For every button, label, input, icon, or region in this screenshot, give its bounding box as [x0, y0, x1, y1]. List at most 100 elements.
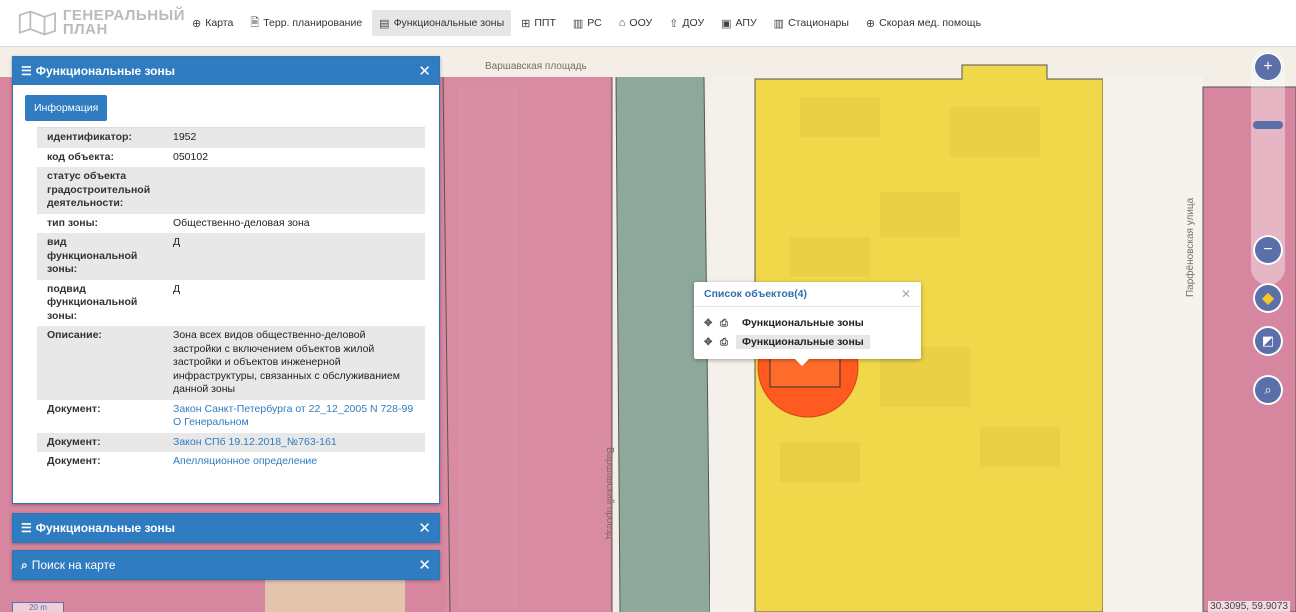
minus-icon: −: [1263, 241, 1273, 258]
attr-value: 1952: [173, 131, 197, 143]
table-row: статус объекта градостроительной деятель…: [37, 167, 425, 214]
attr-key: код объекта:: [47, 150, 114, 163]
measure-icon: ◩: [1261, 333, 1275, 348]
zoom-out-button[interactable]: −: [1253, 235, 1283, 265]
attr-key: тип зоны:: [47, 216, 99, 229]
list-item-label: Функциональные зоны: [742, 317, 864, 329]
panel-title: Поиск на карте: [31, 558, 116, 572]
nav-label: Функциональные зоны: [393, 17, 505, 29]
main-nav: ⊕ Карта 🗎 Терр. планирование ▤ Функциональн…: [185, 0, 991, 46]
nav-label: РС: [587, 17, 602, 29]
list-item-label: Функциональные зоны: [736, 335, 870, 349]
logo-icon: [18, 10, 56, 36]
plus-icon: +: [1263, 58, 1273, 75]
panel-title: Функциональные зоны: [35, 521, 175, 535]
doc-link[interactable]: Закон Санкт-Петербурга от 22_12_2005 N 7…: [173, 403, 413, 429]
move-icon[interactable]: ✥: [704, 318, 720, 329]
measure-button[interactable]: ◩: [1253, 326, 1283, 356]
kindergarten-icon: ⇧: [669, 17, 679, 30]
nav-label: Карта: [205, 17, 234, 29]
nav-dou[interactable]: ⇧ ДОУ: [662, 10, 711, 36]
zoom-in-button[interactable]: +: [1253, 52, 1283, 82]
document-icon: 🗎: [250, 16, 260, 29]
panel-title: Функциональные зоны: [35, 64, 175, 78]
panel-header[interactable]: ⌕ Поиск на карте ✕: [13, 551, 439, 579]
top-bar: ГЕНЕРАЛЬНЫЙ ПЛАН ⊕ Карта 🗎 Терр. планирова…: [0, 0, 1296, 47]
nav-label: ППТ: [534, 17, 556, 29]
nav-rs[interactable]: ▥ РС: [566, 10, 609, 36]
info-tab-button[interactable]: Информация: [25, 95, 108, 121]
table-row: подвид функциональной зоны: Д: [37, 280, 425, 327]
table-row: Документ: Апелляционное определение: [37, 452, 425, 472]
nav-apu[interactable]: ▣ АПУ: [714, 10, 764, 36]
popup-title: Список объектов(4): [704, 288, 808, 300]
attr-value: Д: [173, 282, 181, 295]
attr-value: Д: [173, 236, 181, 248]
layers-button[interactable]: ◆: [1253, 283, 1283, 313]
table-row: тип зоны: Общественно-деловая зона: [37, 214, 425, 234]
close-icon[interactable]: ✕: [901, 287, 911, 301]
zoom-slider-handle[interactable]: [1253, 121, 1283, 129]
nav-label: ООУ: [629, 17, 653, 29]
globe-icon: ⊕: [192, 17, 202, 30]
doc-link[interactable]: Апелляционное определение: [173, 455, 317, 467]
close-icon[interactable]: ✕: [418, 62, 431, 80]
map-search-panel: ⌕ Поиск на карте ✕: [12, 550, 440, 580]
nav-label: Скорая мед. помощь: [879, 17, 982, 29]
hospital-icon: ▥: [773, 17, 785, 30]
table-row: код объекта: 050102: [37, 148, 425, 168]
move-icon[interactable]: ✥: [704, 337, 720, 348]
attribute-table: идентификатор: 1952 код объекта: 050102 ст…: [37, 128, 425, 472]
nav-ppt[interactable]: ⊞ ППТ: [514, 10, 563, 36]
table-row: вид функциональной зоны: Д: [37, 233, 425, 280]
attr-value: Зона всех видов общественно-деловой заст…: [173, 329, 400, 395]
nav-functional-zones[interactable]: ▤ Функциональные зоны: [372, 10, 512, 36]
menu-icon: ☰: [21, 64, 32, 78]
attr-value: Общественно-деловая зона: [173, 216, 310, 229]
nav-map[interactable]: ⊕ Карта: [185, 10, 240, 36]
doc-link[interactable]: Закон СПб 19.12.2018_№763-161: [173, 436, 337, 448]
attr-key: статус объекта градостроительной деятель…: [47, 170, 151, 209]
functional-zones-layer-panel: ☰ Функциональные зоны ✕: [12, 513, 440, 543]
table-row: Документ: Закон СПб 19.12.2018_№763-161: [37, 432, 425, 452]
building-icon: ▥: [572, 17, 584, 30]
doc-key: Документ:: [47, 435, 101, 448]
attr-key: Описание:: [47, 329, 102, 341]
list-item[interactable]: ✥ ⎙ Функциональные зоны: [694, 315, 921, 331]
school-icon: ⌂: [618, 17, 626, 29]
attr-key: вид функциональной зоны:: [47, 236, 138, 275]
scale-bar: 20 m: [12, 602, 64, 612]
doc-key: Документ:: [47, 455, 101, 467]
nav-territorial-planning[interactable]: 🗎 Терр. планирование: [243, 10, 369, 36]
nav-oou[interactable]: ⌂ ООУ: [612, 10, 659, 36]
street-label-varshavskaya: Варшавская площадь: [485, 61, 587, 72]
print-icon[interactable]: ⎙: [720, 337, 736, 348]
search-map-button[interactable]: ⌕: [1253, 375, 1283, 405]
search-icon: ⌕: [21, 557, 28, 572]
table-row: Документ: Закон Санкт-Петербурга от 22_12…: [37, 400, 425, 433]
street-label-varshavsky-proezd: Варшавский проезд: [604, 447, 615, 539]
list-icon: ▤: [379, 17, 390, 30]
attr-key: подвид функциональной зоны:: [47, 282, 138, 322]
table-row: Описание: Зона всех видов общественно-дел…: [37, 326, 425, 400]
attr-value: [163, 167, 425, 214]
grid-icon: ⊞: [521, 17, 531, 30]
close-icon[interactable]: ✕: [418, 519, 431, 537]
clinic-icon: ▣: [721, 17, 732, 30]
print-icon[interactable]: ⎙: [720, 318, 736, 329]
nav-label: АПУ: [735, 17, 757, 29]
close-icon[interactable]: ✕: [418, 556, 431, 574]
panel-header[interactable]: ☰ Функциональные зоны ✕: [13, 514, 439, 542]
nav-ambulance[interactable]: ⊕ Скорая мед. помощь: [859, 10, 988, 36]
layers-icon: ◆: [1261, 290, 1275, 307]
list-item[interactable]: ✥ ⎙ Функциональные зоны: [694, 334, 921, 350]
panel-header[interactable]: ☰ Функциональные зоны ✕: [13, 57, 439, 85]
menu-icon: ☰: [21, 521, 32, 535]
logo-line2: ПЛАН: [62, 21, 108, 38]
popup-pointer: [794, 358, 810, 366]
nav-hospitals[interactable]: ▥ Стационары: [767, 10, 856, 36]
logo[interactable]: ГЕНЕРАЛЬНЫЙ ПЛАН: [0, 0, 185, 46]
attr-value: 050102: [173, 150, 209, 163]
doc-key: Документ:: [47, 402, 101, 415]
nav-label: ДОУ: [682, 17, 705, 29]
